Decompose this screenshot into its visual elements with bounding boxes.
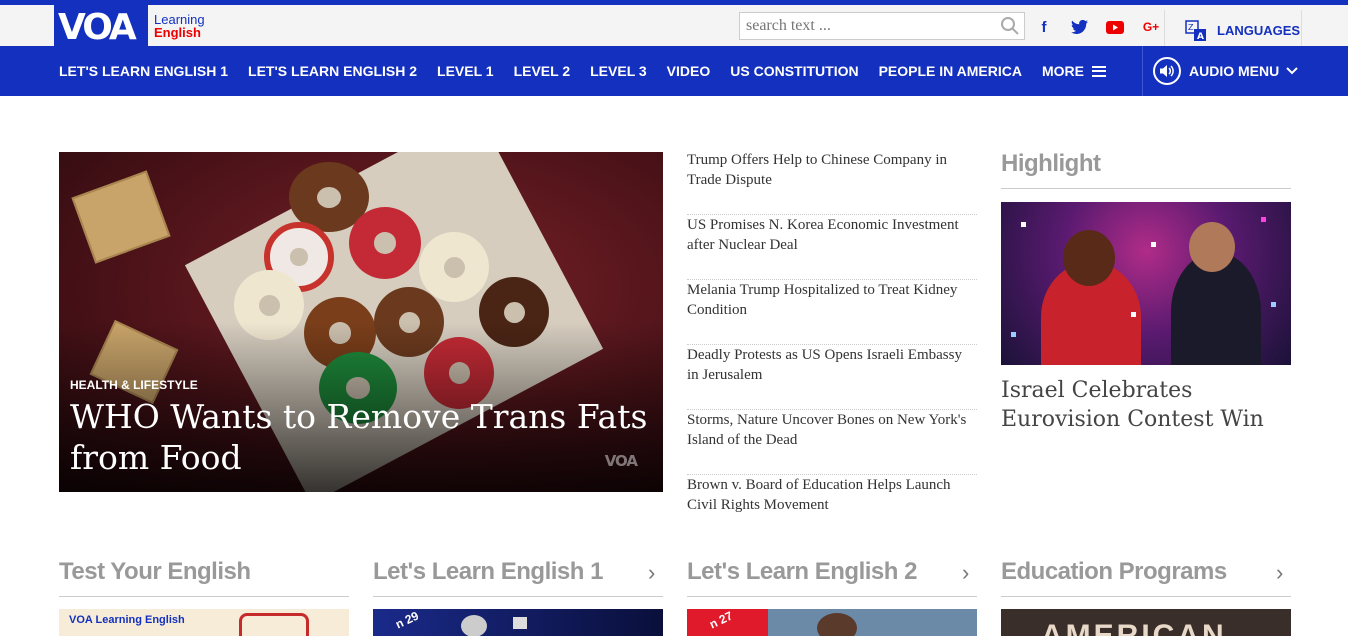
voa-watermark: VOA xyxy=(604,452,638,470)
divider xyxy=(373,596,663,597)
nav-item-level-1[interactable]: LEVEL 1 xyxy=(437,63,494,79)
speaker-icon xyxy=(1153,57,1181,85)
highlight-caption[interactable]: Israel Celebrates Eurovision Contest Win xyxy=(1001,376,1291,434)
divider xyxy=(687,596,977,597)
list-item: Deadly Protests as US Opens Israeli Emba… xyxy=(687,345,977,410)
headline-link[interactable]: Deadly Protests as US Opens Israeli Emba… xyxy=(687,345,977,385)
list-item: Melania Trump Hospitalized to Treat Kidn… xyxy=(687,280,977,345)
nav-item-lets-learn-english-1[interactable]: LET'S LEARN ENGLISH 1 xyxy=(59,63,228,79)
headline-link[interactable]: Trump Offers Help to Chinese Company in … xyxy=(687,150,977,190)
chevron-right-icon[interactable]: › xyxy=(962,560,969,586)
thumbnail-shape xyxy=(513,617,527,629)
highlight-image-performer xyxy=(1063,230,1115,286)
confetti xyxy=(1151,242,1156,247)
thumbnail-shape xyxy=(817,613,857,636)
logo-line-1: Learning xyxy=(154,11,205,27)
thumbnail-test-your-english[interactable]: VOA Learning English xyxy=(59,609,349,636)
chevron-down-icon xyxy=(1286,67,1298,75)
nav-item-level-2[interactable]: LEVEL 2 xyxy=(514,63,571,79)
headline-link[interactable]: US Promises N. Korea Economic Investment… xyxy=(687,215,977,255)
highlight-image[interactable] xyxy=(1001,202,1291,365)
section-title-lets-learn-english-2[interactable]: Let's Learn English 2 xyxy=(687,558,917,586)
voa-logo-icon: VOA xyxy=(54,5,148,46)
headline-link[interactable]: Storms, Nature Uncover Bones on New York… xyxy=(687,410,977,450)
headline-link[interactable]: Brown v. Board of Education Helps Launch… xyxy=(687,475,977,515)
section-title-test-your-english[interactable]: Test Your English xyxy=(59,558,251,586)
audio-menu-label: AUDIO MENU xyxy=(1189,63,1280,79)
thumbnail-education-programs[interactable]: AMERICAN xyxy=(1001,609,1291,636)
confetti xyxy=(1271,302,1276,307)
confetti xyxy=(1011,332,1016,337)
hamburger-icon xyxy=(1091,65,1106,77)
nav-item-video[interactable]: VIDEO xyxy=(667,63,711,79)
section-title-lets-learn-english-1[interactable]: Let's Learn English 1 xyxy=(373,558,603,586)
list-item: Trump Offers Help to Chinese Company in … xyxy=(687,150,977,215)
thumbnail-shape xyxy=(239,613,309,636)
hero-title[interactable]: WHO Wants to Remove Trans Fats from Food xyxy=(70,396,660,478)
nav-item-us-constitution[interactable]: US CONSTITUTION xyxy=(730,63,858,79)
headline-list: Trump Offers Help to Chinese Company in … xyxy=(687,150,977,540)
chevron-right-icon[interactable]: › xyxy=(1276,560,1283,586)
confetti xyxy=(1131,312,1136,317)
thumbnail-title-text: AMERICAN xyxy=(1041,619,1227,636)
hero-story[interactable]: HEALTH & LIFESTYLE WHO Wants to Remove T… xyxy=(59,152,663,492)
highlight-image-performer xyxy=(1189,222,1235,272)
nav-item-level-3[interactable]: LEVEL 3 xyxy=(590,63,647,79)
divider xyxy=(1001,596,1291,597)
logo-text: Learning English xyxy=(154,13,205,39)
divider xyxy=(59,596,349,597)
nav-more-button[interactable]: MORE xyxy=(1042,63,1106,79)
thumbnail-lets-learn-english-2[interactable]: n 27 xyxy=(687,609,977,636)
search-icon[interactable] xyxy=(1000,16,1020,36)
thumbnail-shape xyxy=(461,615,487,636)
svg-text:A: A xyxy=(1197,32,1204,42)
highlight-title: Highlight xyxy=(1001,150,1101,177)
chevron-right-icon[interactable]: › xyxy=(648,560,655,586)
nav-more-label: MORE xyxy=(1041,63,1084,79)
facebook-icon[interactable]: f xyxy=(1034,17,1054,37)
voa-logo-link[interactable]: VOA Learning English xyxy=(54,5,205,46)
hero-image-donut xyxy=(419,232,489,302)
main-nav: LET'S LEARN ENGLISH 1 LET'S LEARN ENGLIS… xyxy=(0,46,1348,96)
languages-button[interactable]: Z A LANGUAGES xyxy=(1164,10,1302,51)
svg-text:Z: Z xyxy=(1188,23,1194,32)
thumbnail-lets-learn-english-1[interactable]: n 29 xyxy=(373,609,663,636)
hero-image-donut xyxy=(349,207,421,279)
logo-line-2: English xyxy=(154,24,201,40)
confetti xyxy=(1261,217,1266,222)
divider xyxy=(1001,188,1291,189)
section-title-education-programs[interactable]: Education Programs xyxy=(1001,558,1227,586)
hero-category[interactable]: HEALTH & LIFESTYLE xyxy=(70,378,198,392)
headline-link[interactable]: Melania Trump Hospitalized to Treat Kidn… xyxy=(687,280,977,320)
nav-item-lets-learn-english-2[interactable]: LET'S LEARN ENGLISH 2 xyxy=(248,63,417,79)
search-box xyxy=(739,12,1025,40)
site-header: VOA Learning English f G+ Z A LANGUAGES xyxy=(0,5,1348,51)
google-plus-icon[interactable]: G+ xyxy=(1141,17,1161,37)
twitter-icon[interactable] xyxy=(1069,17,1089,37)
confetti xyxy=(1021,222,1026,227)
thumbnail-brand-text: VOA Learning English xyxy=(69,614,185,626)
list-item: Brown v. Board of Education Helps Launch… xyxy=(687,475,977,540)
languages-label: LANGUAGES xyxy=(1217,23,1301,38)
search-input[interactable] xyxy=(740,13,990,39)
list-item: US Promises N. Korea Economic Investment… xyxy=(687,215,977,280)
audio-menu-button[interactable]: AUDIO MENU xyxy=(1142,46,1348,96)
thumbnail-date-badge: n 27 xyxy=(707,609,735,632)
nav-item-people-in-america[interactable]: PEOPLE IN AMERICA xyxy=(879,63,1022,79)
list-item: Storms, Nature Uncover Bones on New York… xyxy=(687,410,977,475)
thumbnail-date-badge: n 29 xyxy=(393,609,421,632)
hero-image-gift xyxy=(71,170,171,264)
languages-icon: Z A xyxy=(1185,19,1206,42)
nav-items: LET'S LEARN ENGLISH 1 LET'S LEARN ENGLIS… xyxy=(59,46,1126,96)
youtube-icon[interactable] xyxy=(1105,17,1125,37)
